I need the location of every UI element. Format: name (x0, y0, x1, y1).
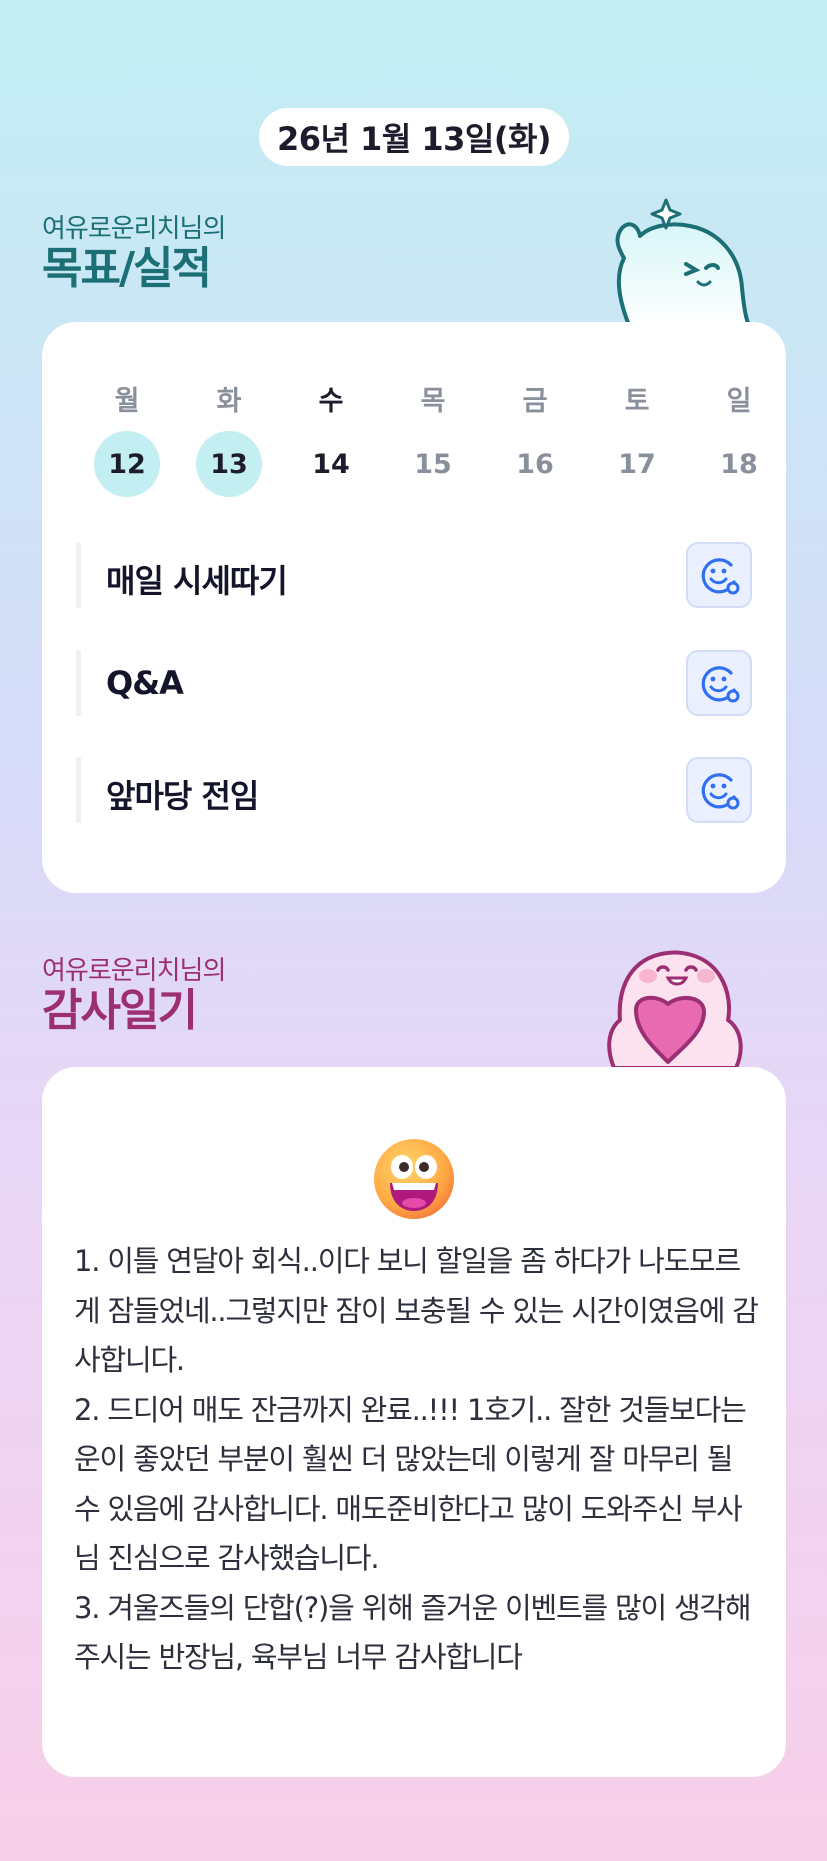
diary-owner-label: 여유로운리치님의 (42, 956, 226, 986)
diary-entry: 1. 이틀 연달아 회식..이다 보니 할일을 좀 하다가 나도모르게 잠들었네… (74, 1244, 759, 1377)
add-reaction-button[interactable] (686, 757, 752, 823)
day-number: 15 (414, 448, 452, 480)
weekday-header-row: 월 화 수 목 금 토 일 (76, 378, 790, 418)
weekday-label: 일 (726, 385, 752, 417)
date-pill[interactable]: 26년 1월 13일(화) (259, 108, 569, 166)
current-date-label: 26년 1월 13일(화) (276, 120, 552, 158)
diary-section-header: 여유로운리치님의 감사일기 (42, 950, 226, 1036)
day-number: 12 (94, 431, 160, 497)
goals-card: 월 화 수 목 금 토 일 12 13 14 15 16 17 18 매일 시세… (42, 322, 786, 893)
goal-item-label: 앞마당 전임 (106, 777, 259, 815)
day-number: 18 (720, 448, 758, 480)
diary-entry: 2. 드디어 매도 잔금까지 완료..!!! 1호기.. 잘한 것들보다는 운이… (74, 1392, 747, 1576)
weekday-label: 토 (624, 385, 650, 417)
day-cell[interactable]: 12 (76, 430, 178, 498)
weekday-label: 화 (216, 385, 242, 417)
day-cell[interactable]: 18 (688, 430, 790, 498)
goal-item-bar (76, 650, 81, 716)
grinning-face-emoji-icon (374, 1139, 454, 1219)
mascot-thumbs-up-icon (615, 198, 752, 328)
goal-item: Q&A (76, 650, 752, 716)
day-number: 16 (516, 448, 554, 480)
goal-item: 앞마당 전임 (76, 757, 752, 823)
add-reaction-button[interactable] (686, 650, 752, 716)
goals-section-header: 여유로운리치님의 목표/실적 (42, 208, 226, 294)
week-date-row: 12 13 14 15 16 17 18 (76, 430, 790, 498)
smile-add-reaction-icon (701, 666, 740, 703)
mascot-heart-icon (607, 950, 743, 1068)
day-number: 17 (618, 448, 656, 480)
day-cell[interactable]: 15 (382, 430, 484, 498)
weekday-label: 목 (420, 385, 446, 417)
diary-section-title: 감사일기 (42, 985, 198, 1036)
weekday-label: 수 (318, 385, 344, 417)
day-cell[interactable]: 16 (484, 430, 586, 498)
day-cell[interactable]: 17 (586, 430, 688, 498)
goals-owner-label: 여유로운리치님의 (42, 214, 226, 244)
day-cell[interactable]: 13 (178, 430, 280, 498)
smile-add-reaction-icon (701, 558, 740, 595)
diary-card: 1. 이틀 연달아 회식..이다 보니 할일을 좀 하다가 나도모르게 잠들었네… (42, 1067, 786, 1777)
goal-item-label: Q&A (106, 664, 184, 702)
add-reaction-button[interactable] (686, 542, 752, 608)
day-number: 14 (312, 448, 350, 480)
weekday-label: 금 (522, 385, 548, 417)
day-cell[interactable]: 14 (280, 430, 382, 498)
diary-text: 1. 이틀 연달아 회식..이다 보니 할일을 좀 하다가 나도모르게 잠들었네… (74, 1237, 764, 1683)
goal-item: 매일 시세따기 (76, 542, 752, 608)
goal-item-label: 매일 시세따기 (106, 562, 288, 600)
goal-item-bar (76, 542, 81, 608)
smile-add-reaction-icon (701, 773, 740, 810)
goals-section-title: 목표/실적 (42, 243, 212, 294)
diary-entry: 3. 겨울즈들의 단합(?)을 위해 즐거운 이벤트를 많이 생각해주시는 반장… (74, 1590, 752, 1675)
weekday-label: 월 (114, 385, 140, 417)
goal-item-bar (76, 757, 81, 823)
day-number: 13 (196, 431, 262, 497)
